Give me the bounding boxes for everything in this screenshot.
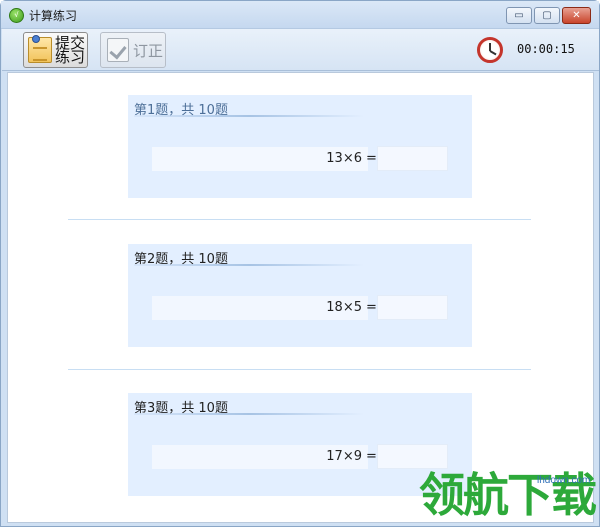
answer-input[interactable] — [377, 444, 448, 469]
title-underline — [134, 264, 364, 266]
question-expression: 17×9 — [326, 449, 362, 464]
watermark-url: lhdown.com — [537, 475, 591, 486]
title-underline — [134, 115, 364, 117]
title-bar[interactable]: √ 计算练习 ▭ ▢ ✕ — [1, 1, 599, 29]
question-expression: 13×6 — [326, 151, 362, 166]
clock-icon — [477, 37, 503, 63]
correct-label: 订正 — [133, 41, 164, 60]
maximize-button[interactable]: ▢ — [534, 7, 560, 24]
notepad-icon — [28, 35, 52, 63]
question-list[interactable]: 第1题，共 10题 13×6 = 第2题，共 10题 18×5 = 第3题，共 … — [7, 72, 594, 523]
expression-box: 17×9 — [152, 445, 368, 469]
equals-sign: = — [366, 300, 377, 315]
expression-box: 13×6 — [152, 147, 368, 171]
submit-practice-button[interactable]: 提交练习 — [23, 32, 88, 68]
toolbar: 提交练习 订正 00:00:15 — [2, 29, 599, 71]
checkmark-icon — [107, 38, 129, 62]
submit-practice-label: 提交练习 — [55, 34, 86, 66]
close-button[interactable]: ✕ — [562, 7, 591, 24]
question-expression: 18×5 — [326, 300, 362, 315]
correct-button[interactable]: 订正 — [100, 32, 166, 68]
divider — [68, 369, 531, 370]
minimize-button[interactable]: ▭ — [506, 7, 532, 24]
answer-input[interactable] — [377, 146, 448, 171]
answer-input[interactable] — [377, 295, 448, 320]
equals-sign: = — [366, 449, 377, 464]
watermark-logo: 领航下载 lhdown.com — [419, 467, 597, 523]
app-icon: √ — [9, 8, 24, 23]
timer-display: 00:00:15 — [517, 42, 575, 56]
question-card: 第2题，共 10题 18×5 = — [128, 244, 472, 347]
title-underline — [134, 413, 364, 415]
equals-sign: = — [366, 151, 377, 166]
app-window: √ 计算练习 ▭ ▢ ✕ 提交练习 订正 00:00:15 第1题，共 10题 … — [0, 0, 600, 527]
expression-box: 18×5 — [152, 296, 368, 320]
question-card: 第1题，共 10题 13×6 = — [128, 95, 472, 198]
divider — [68, 219, 531, 220]
window-title: 计算练习 — [29, 9, 78, 23]
